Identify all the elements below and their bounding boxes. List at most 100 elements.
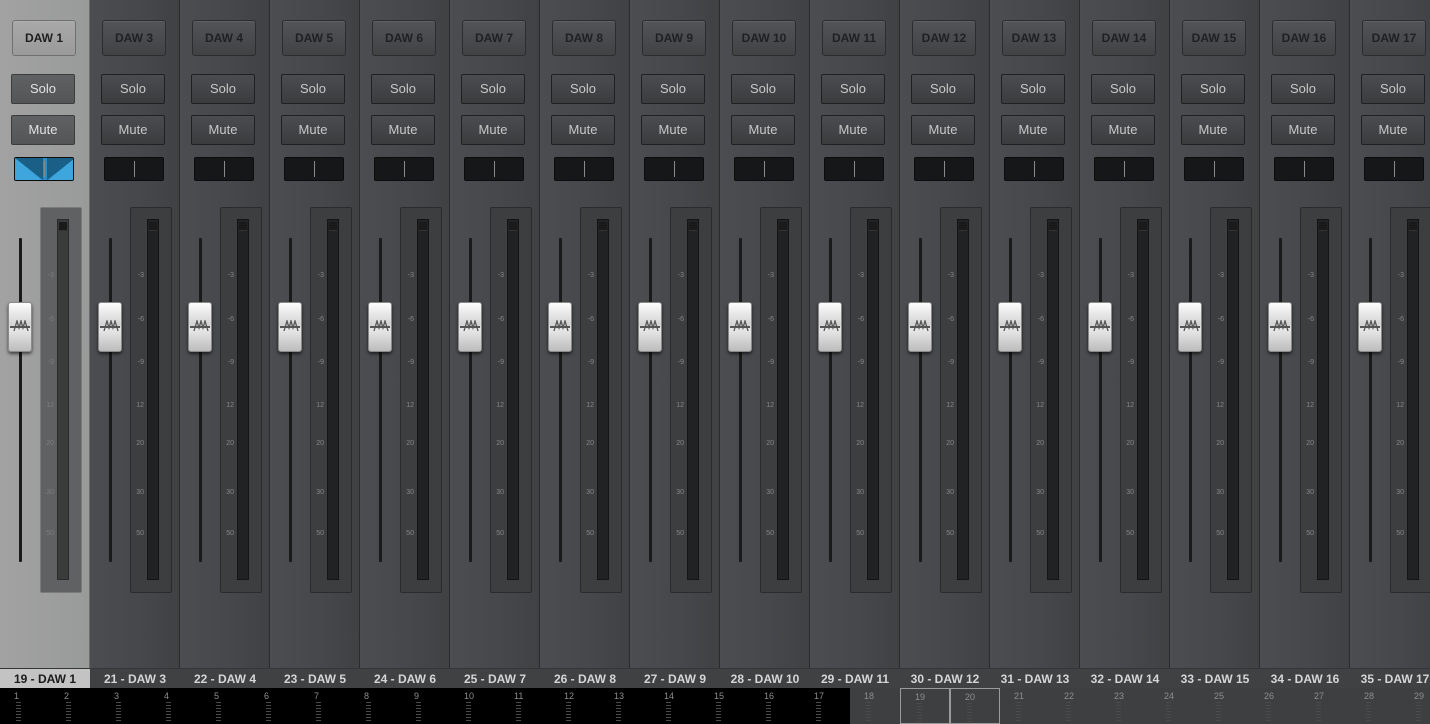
solo-button[interactable]: Solo [191, 74, 255, 104]
mute-button[interactable]: Mute [1361, 115, 1425, 145]
channel-name-button[interactable]: DAW 5 [282, 20, 346, 56]
pan-control[interactable] [1184, 157, 1244, 181]
overview-channel-cell[interactable]: 28 [1350, 688, 1400, 724]
overview-channel-cell[interactable]: 24 [1150, 688, 1200, 724]
pan-control[interactable] [14, 157, 74, 181]
mute-button[interactable]: Mute [101, 115, 165, 145]
overview-channel-cell[interactable]: 12 [550, 688, 600, 724]
pan-control[interactable] [734, 157, 794, 181]
pan-control[interactable] [104, 157, 164, 181]
overview-channel-cell[interactable]: 3 [100, 688, 150, 724]
overview-channel-cell[interactable]: 20 [950, 688, 1000, 724]
mute-button[interactable]: Mute [911, 115, 975, 145]
pan-control[interactable] [194, 157, 254, 181]
volume-fader-handle[interactable] [1088, 302, 1112, 352]
overview-channel-cell[interactable]: 10 [450, 688, 500, 724]
solo-button[interactable]: Solo [1091, 74, 1155, 104]
channel-name-button[interactable]: DAW 15 [1182, 20, 1246, 56]
solo-button[interactable]: Solo [1001, 74, 1065, 104]
overview-channel-cell[interactable]: 11 [500, 688, 550, 724]
channel-name-button[interactable]: DAW 4 [192, 20, 256, 56]
mute-button[interactable]: Mute [281, 115, 345, 145]
channel-name-button[interactable]: DAW 10 [732, 20, 796, 56]
solo-button[interactable]: Solo [461, 74, 525, 104]
overview-channel-cell[interactable]: 4 [150, 688, 200, 724]
pan-control[interactable] [464, 157, 524, 181]
pan-control[interactable] [1004, 157, 1064, 181]
channel-name-button[interactable]: DAW 3 [102, 20, 166, 56]
overview-channel-cell[interactable]: 1 [0, 688, 50, 724]
mute-button[interactable]: Mute [371, 115, 435, 145]
mute-button[interactable]: Mute [1271, 115, 1335, 145]
overview-channel-cell[interactable]: 16 [750, 688, 800, 724]
pan-control[interactable] [1274, 157, 1334, 181]
overview-channel-cell[interactable]: 9 [400, 688, 450, 724]
mute-button[interactable]: Mute [11, 115, 75, 145]
channel-name-button[interactable]: DAW 13 [1002, 20, 1066, 56]
volume-fader-handle[interactable] [1268, 302, 1292, 352]
channel-name-button[interactable]: DAW 9 [642, 20, 706, 56]
mute-button[interactable]: Mute [1001, 115, 1065, 145]
channel-name-button[interactable]: DAW 8 [552, 20, 616, 56]
overview-channel-cell[interactable]: 25 [1200, 688, 1250, 724]
pan-control[interactable] [914, 157, 974, 181]
volume-fader-handle[interactable] [548, 302, 572, 352]
overview-channel-cell[interactable]: 15 [700, 688, 750, 724]
volume-fader-handle[interactable] [728, 302, 752, 352]
overview-channel-cell[interactable]: 5 [200, 688, 250, 724]
volume-fader-handle[interactable] [998, 302, 1022, 352]
solo-button[interactable]: Solo [821, 74, 885, 104]
mute-button[interactable]: Mute [641, 115, 705, 145]
volume-fader-handle[interactable] [1178, 302, 1202, 352]
solo-button[interactable]: Solo [1361, 74, 1425, 104]
pan-control[interactable] [284, 157, 344, 181]
pan-control[interactable] [1364, 157, 1424, 181]
volume-fader-handle[interactable] [188, 302, 212, 352]
overview-channel-cell[interactable]: 27 [1300, 688, 1350, 724]
overview-channel-cell[interactable]: 14 [650, 688, 700, 724]
channel-name-button[interactable]: DAW 11 [822, 20, 886, 56]
solo-button[interactable]: Solo [281, 74, 345, 104]
overview-channel-cell[interactable]: 19 [900, 688, 950, 724]
mute-button[interactable]: Mute [191, 115, 255, 145]
overview-channel-cell[interactable]: 6 [250, 688, 300, 724]
volume-fader-handle[interactable] [368, 302, 392, 352]
solo-button[interactable]: Solo [101, 74, 165, 104]
mute-button[interactable]: Mute [461, 115, 525, 145]
pan-control[interactable] [1094, 157, 1154, 181]
overview-channel-cell[interactable]: 29 [1400, 688, 1430, 724]
channel-name-button[interactable]: DAW 6 [372, 20, 436, 56]
solo-button[interactable]: Solo [641, 74, 705, 104]
overview-channel-cell[interactable]: 23 [1100, 688, 1150, 724]
solo-button[interactable]: Solo [1181, 74, 1245, 104]
mute-button[interactable]: Mute [1181, 115, 1245, 145]
mute-button[interactable]: Mute [821, 115, 885, 145]
overview-channel-cell[interactable]: 7 [300, 688, 350, 724]
channel-name-button[interactable]: DAW 14 [1092, 20, 1156, 56]
mute-button[interactable]: Mute [1091, 115, 1155, 145]
overview-channel-cell[interactable]: 2 [50, 688, 100, 724]
channel-name-button[interactable]: DAW 7 [462, 20, 526, 56]
solo-button[interactable]: Solo [1271, 74, 1335, 104]
volume-fader-handle[interactable] [908, 302, 932, 352]
channel-name-button[interactable]: DAW 12 [912, 20, 976, 56]
channel-name-button[interactable]: DAW 1 [12, 20, 76, 56]
volume-fader-handle[interactable] [818, 302, 842, 352]
solo-button[interactable]: Solo [371, 74, 435, 104]
pan-control[interactable] [824, 157, 884, 181]
overview-channel-cell[interactable]: 26 [1250, 688, 1300, 724]
volume-fader-handle[interactable] [638, 302, 662, 352]
channel-name-button[interactable]: DAW 17 [1362, 20, 1426, 56]
solo-button[interactable]: Solo [551, 74, 615, 104]
mute-button[interactable]: Mute [731, 115, 795, 145]
overview-channel-cell[interactable]: 22 [1050, 688, 1100, 724]
solo-button[interactable]: Solo [11, 74, 75, 104]
channel-name-button[interactable]: DAW 16 [1272, 20, 1336, 56]
pan-control[interactable] [554, 157, 614, 181]
pan-control[interactable] [374, 157, 434, 181]
overview-channel-cell[interactable]: 21 [1000, 688, 1050, 724]
overview-channel-cell[interactable]: 13 [600, 688, 650, 724]
overview-channel-cell[interactable]: 17 [800, 688, 850, 724]
volume-fader-handle[interactable] [1358, 302, 1382, 352]
pan-control[interactable] [644, 157, 704, 181]
